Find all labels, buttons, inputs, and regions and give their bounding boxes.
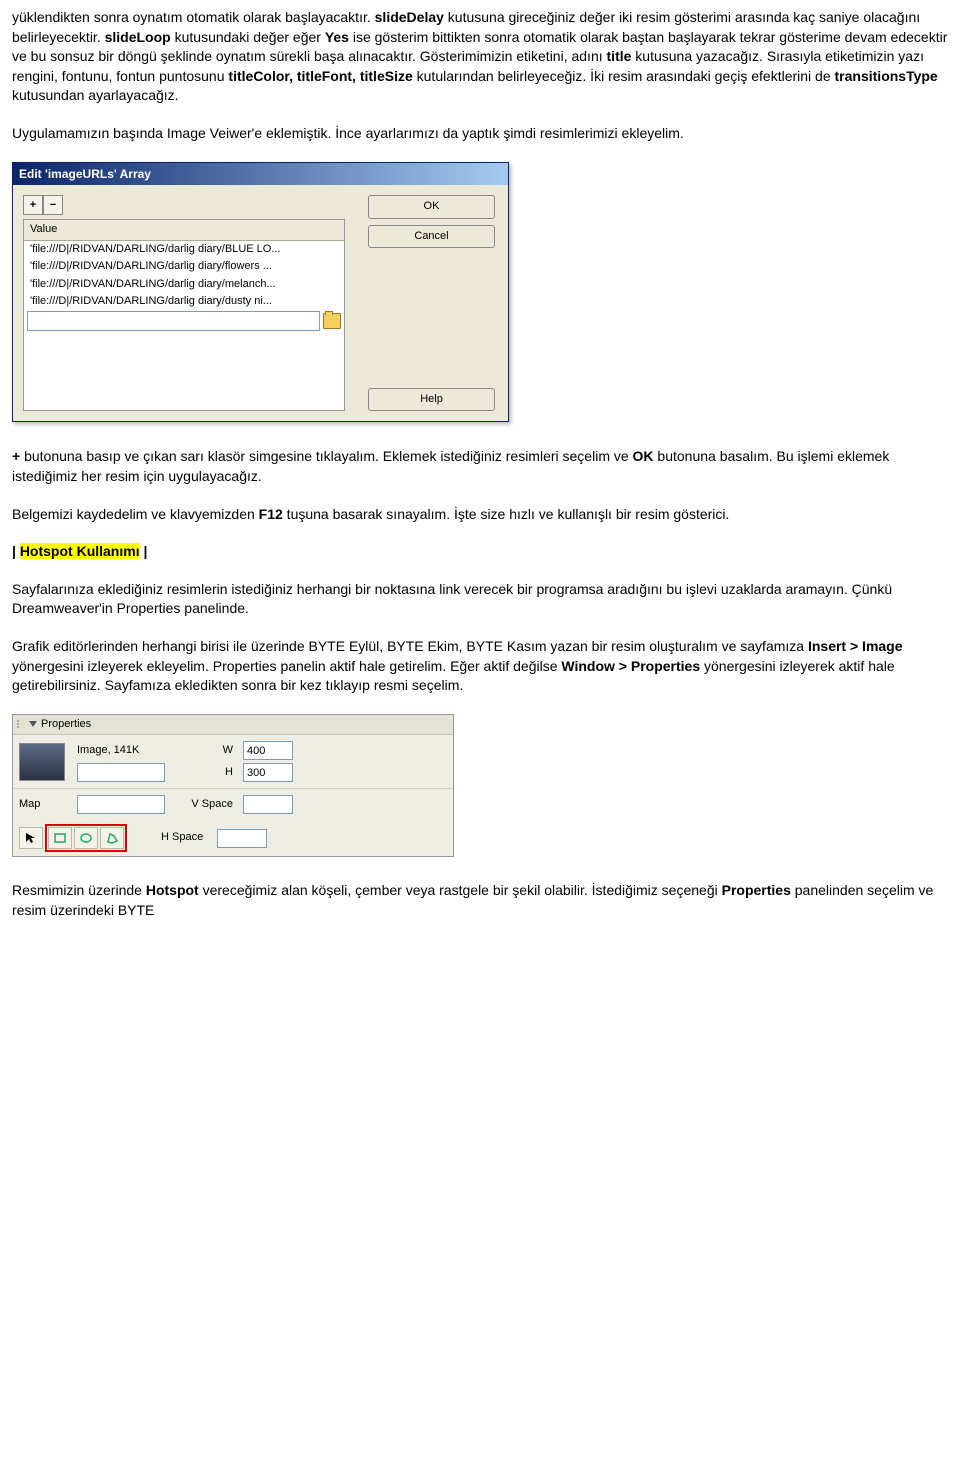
bold-properties: Properties bbox=[722, 882, 791, 898]
hspace-label: H Space bbox=[161, 830, 205, 845]
hspace-input[interactable] bbox=[217, 829, 267, 848]
value-listbox[interactable]: Value 'file:///D|/RIDVAN/DARLING/darlig … bbox=[23, 219, 345, 411]
text: yüklendikten sonra oynatım otomatik olar… bbox=[12, 9, 375, 25]
image-name-input[interactable] bbox=[77, 763, 165, 782]
rectangle-hotspot-tool[interactable] bbox=[48, 827, 72, 849]
pointer-tool[interactable] bbox=[19, 827, 43, 849]
properties-header[interactable]: Properties bbox=[13, 715, 453, 735]
image-thumbnail[interactable] bbox=[19, 743, 65, 781]
map-input[interactable] bbox=[77, 795, 165, 814]
text: vereceğimiz alan köşeli, çember veya ras… bbox=[199, 882, 722, 898]
paragraph-description: yüklendikten sonra oynatım otomatik olar… bbox=[12, 8, 948, 106]
paragraph-hotspot-shape: Resmimizin üzerinde Hotspot vereceğimiz … bbox=[12, 881, 948, 920]
bold-transitionstype: transitionsType bbox=[835, 68, 938, 84]
hotspot-heading-line: | Hotspot Kullanımı | bbox=[12, 542, 948, 562]
browse-folder-icon[interactable] bbox=[323, 313, 341, 329]
text: Belgemizi kaydedelim ve klavyemizden bbox=[12, 506, 259, 522]
image-size-label: Image, 141K bbox=[77, 743, 167, 758]
height-input[interactable] bbox=[243, 763, 293, 782]
text: butonuna basıp ve çıkan sarı klasör simg… bbox=[20, 448, 632, 464]
collapse-triangle-icon[interactable] bbox=[29, 721, 37, 727]
list-item[interactable]: 'file:///D|/RIDVAN/DARLING/darlig diary/… bbox=[24, 293, 344, 310]
text: kutularından belirleyeceğiz. İki resim a… bbox=[413, 68, 835, 84]
h-label: H bbox=[175, 765, 235, 780]
paragraph-intro: Uygulamamızın başında Image Veiwer'e ekl… bbox=[12, 124, 948, 144]
text: tuşuna basarak sınayalım. İşte size hızl… bbox=[283, 506, 730, 522]
bold-yes: Yes bbox=[325, 29, 349, 45]
edit-array-dialog: Edit 'imageURLs' Array + − Value 'file:/… bbox=[12, 162, 509, 423]
properties-panel: Properties Image, 141K W H Map V Space bbox=[12, 714, 454, 857]
text: Grafik editörlerinden herhangi birisi il… bbox=[12, 638, 808, 654]
grip-icon bbox=[17, 720, 25, 728]
paragraph-plus-instruction: + butonuna basıp ve çıkan sarı klasör si… bbox=[12, 447, 948, 486]
remove-button[interactable]: − bbox=[43, 195, 63, 215]
bold-slideloop: slideLoop bbox=[105, 29, 171, 45]
bold-f12: F12 bbox=[259, 506, 283, 522]
dialog-titlebar: Edit 'imageURLs' Array bbox=[13, 163, 508, 186]
bold-title: title bbox=[607, 48, 632, 64]
oval-hotspot-tool[interactable] bbox=[74, 827, 98, 849]
map-label: Map bbox=[19, 797, 69, 812]
w-label: W bbox=[175, 743, 235, 758]
ok-button[interactable]: OK bbox=[368, 195, 495, 218]
new-value-input[interactable] bbox=[27, 311, 320, 331]
polygon-hotspot-tool[interactable] bbox=[100, 827, 124, 849]
text: kutusundan ayarlayacağız. bbox=[12, 87, 179, 103]
paragraph-f12: Belgemizi kaydedelim ve klavyemizden F12… bbox=[12, 505, 948, 525]
vspace-input[interactable] bbox=[243, 795, 293, 814]
text: Resmimizin üzerinde bbox=[12, 882, 146, 898]
bold-insert-image: Insert > Image bbox=[808, 638, 903, 654]
bold-hotspot: Hotspot bbox=[146, 882, 199, 898]
hotspot-heading: Hotspot Kullanımı bbox=[20, 543, 140, 559]
bold-window-properties: Window > Properties bbox=[561, 658, 700, 674]
bold-plus: + bbox=[12, 448, 20, 464]
help-button[interactable]: Help bbox=[368, 388, 495, 411]
cancel-button[interactable]: Cancel bbox=[368, 225, 495, 248]
bold-ok: OK bbox=[633, 448, 654, 464]
bold-titlecolor: titleColor, titleFont, titleSize bbox=[228, 68, 412, 84]
text: yönergesini izleyerek ekleyelim. Propert… bbox=[12, 658, 561, 674]
width-input[interactable] bbox=[243, 741, 293, 760]
list-item[interactable]: 'file:///D|/RIDVAN/DARLING/darlig diary/… bbox=[24, 258, 344, 275]
paragraph-insert-image: Grafik editörlerinden herhangi birisi il… bbox=[12, 637, 948, 696]
paragraph-hotspot-intro: Sayfalarınıza eklediğiniz resimlerin ist… bbox=[12, 580, 948, 619]
hotspot-tools-highlight bbox=[45, 824, 127, 852]
list-item[interactable]: 'file:///D|/RIDVAN/DARLING/darlig diary/… bbox=[24, 241, 344, 258]
list-value-header: Value bbox=[24, 220, 344, 240]
bold-slidedelay: slideDelay bbox=[375, 9, 444, 25]
text: kutusundaki değer eğer bbox=[171, 29, 325, 45]
list-item[interactable]: 'file:///D|/RIDVAN/DARLING/darlig diary/… bbox=[24, 276, 344, 293]
vspace-label: V Space bbox=[175, 797, 235, 812]
properties-title: Properties bbox=[41, 717, 91, 732]
add-button[interactable]: + bbox=[23, 195, 43, 215]
